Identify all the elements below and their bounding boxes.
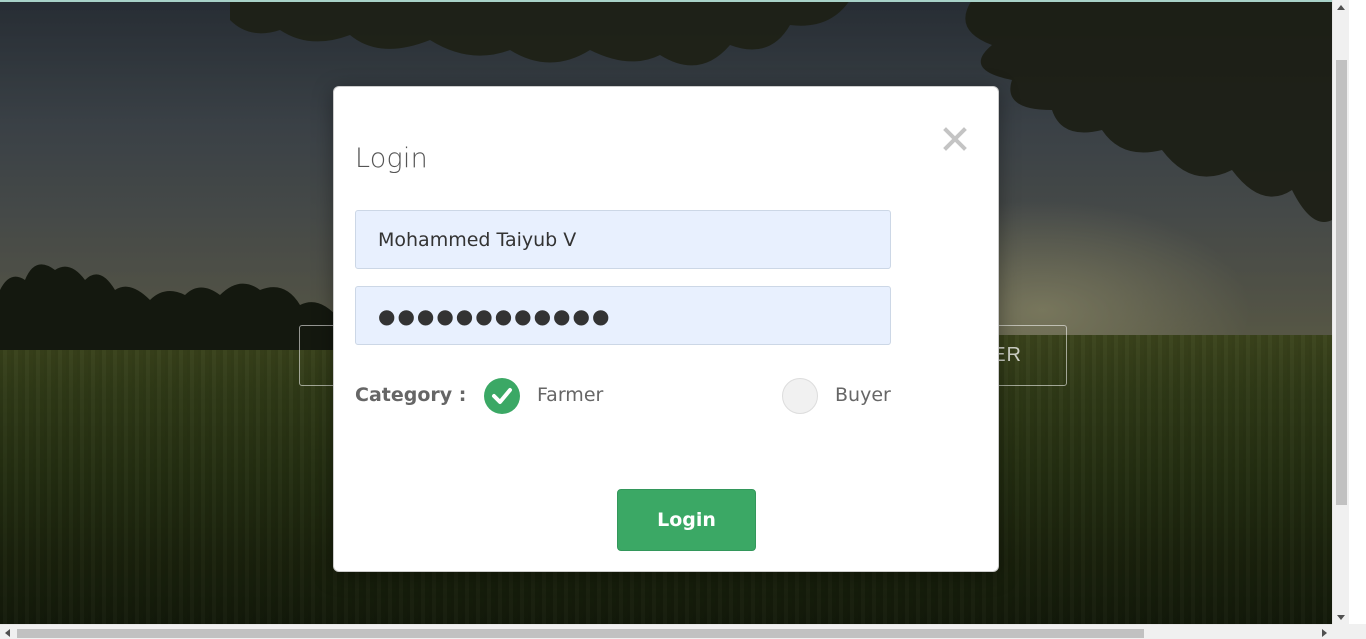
farmer-label[interactable]: Farmer	[537, 384, 603, 406]
close-button[interactable]	[940, 124, 970, 154]
modal-title: Login	[355, 143, 428, 174]
checkmark-icon	[492, 388, 512, 404]
horizontal-scroll-thumb[interactable]	[17, 629, 1144, 638]
scroll-left-icon[interactable]	[5, 629, 10, 637]
scrollbar-corner	[1332, 624, 1366, 639]
password-field[interactable]	[355, 286, 891, 345]
vertical-scroll-thumb[interactable]	[1336, 60, 1347, 505]
username-field[interactable]	[355, 210, 891, 269]
scroll-down-icon[interactable]	[1337, 615, 1345, 620]
close-icon[interactable]	[940, 124, 970, 154]
scroll-up-icon[interactable]	[1337, 5, 1345, 10]
scroll-right-icon[interactable]	[1322, 629, 1327, 637]
vertical-scrollbar[interactable]	[1332, 0, 1349, 624]
category-label: Category :	[355, 384, 467, 406]
top-accent-line	[0, 0, 1332, 2]
buyer-label[interactable]: Buyer	[835, 384, 891, 406]
horizontal-scrollbar[interactable]	[0, 624, 1332, 639]
window-edge	[1349, 0, 1366, 624]
farmer-radio[interactable]	[484, 378, 520, 414]
login-button[interactable]: Login	[617, 489, 756, 551]
buyer-radio[interactable]	[782, 378, 818, 414]
login-modal: Login Category : Farmer Buyer Login	[333, 86, 999, 572]
